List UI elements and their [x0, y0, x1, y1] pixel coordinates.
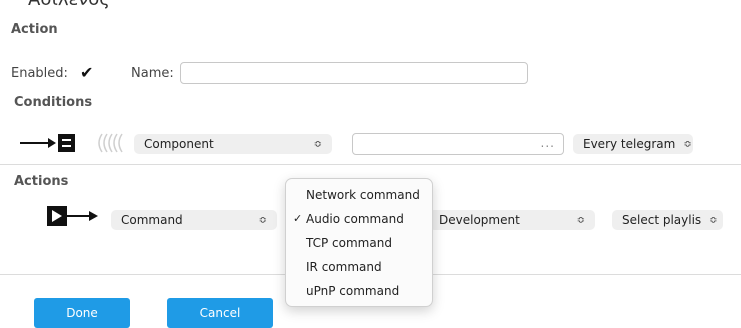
menu-item-label: Network command — [306, 188, 420, 202]
frequency-select-value: Every telegram — [583, 137, 676, 151]
select-chevron-icon: ≎ — [709, 214, 718, 226]
browse-ellipsis-button[interactable]: ... — [541, 136, 555, 150]
actions-section-title: Actions — [14, 174, 69, 189]
component-select-value: Component — [144, 137, 214, 151]
menu-item-label: uPnP command — [306, 284, 400, 298]
name-input[interactable] — [180, 62, 528, 84]
name-label: Name: — [131, 66, 174, 81]
menu-item-label: Audio command — [306, 212, 404, 226]
target-select-value: Development — [439, 213, 520, 227]
output-arrow-icon — [47, 206, 98, 226]
select-chevron-icon: ≎ — [258, 214, 267, 226]
action-type-select[interactable]: Command ≎ — [111, 210, 277, 230]
done-button[interactable]: Done — [34, 298, 130, 328]
menu-item-ir-command[interactable]: IR command — [286, 255, 432, 279]
enabled-checkbox[interactable]: ✔ — [80, 63, 93, 82]
menu-item-label: IR command — [306, 260, 382, 274]
enabled-label: Enabled: — [11, 66, 68, 81]
select-chevron-icon: ≎ — [576, 214, 585, 226]
playlist-select-value: Select playlis — [622, 213, 702, 227]
menu-check-icon: ✓ — [293, 212, 303, 225]
select-chevron-icon: ≎ — [313, 138, 322, 150]
top-heading: Ασίλενος — [28, 0, 110, 10]
component-value-input[interactable]: ... — [352, 133, 564, 155]
menu-item-label: TCP command — [306, 236, 392, 250]
signal-waves-icon — [98, 133, 123, 153]
menu-item-tcp-command[interactable]: TCP command — [286, 231, 432, 255]
playlist-select[interactable]: Select playlis ≎ — [612, 210, 723, 230]
input-arrow-icon — [20, 134, 75, 152]
menu-item-upnp-command[interactable]: uPnP command — [286, 279, 432, 303]
section-divider — [0, 164, 741, 165]
action-section-title: Action — [11, 22, 58, 37]
menu-item-audio-command[interactable]: ✓ Audio command — [286, 207, 432, 231]
command-type-menu: Network command ✓ Audio command TCP comm… — [285, 178, 433, 307]
cancel-button[interactable]: Cancel — [167, 298, 273, 328]
frequency-select[interactable]: Every telegram ≎ — [573, 134, 693, 154]
conditions-section-title: Conditions — [14, 95, 93, 110]
target-select[interactable]: Development ≎ — [429, 210, 595, 230]
select-chevron-icon: ≎ — [683, 138, 692, 150]
component-select[interactable]: Component ≎ — [134, 134, 332, 154]
menu-item-network-command[interactable]: Network command — [286, 183, 432, 207]
action-type-select-value: Command — [121, 213, 183, 227]
